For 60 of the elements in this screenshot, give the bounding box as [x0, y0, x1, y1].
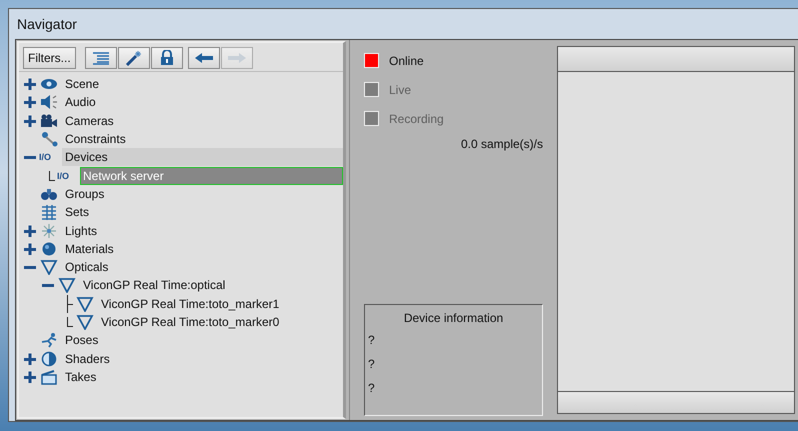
- status-label: Live: [389, 82, 412, 96]
- tree-item[interactable]: Poses: [62, 331, 102, 350]
- tree-item[interactable]: Network server: [80, 166, 343, 185]
- tree-item[interactable]: Shaders: [62, 350, 113, 368]
- wand-icon: [124, 50, 143, 66]
- list-icon: [92, 51, 110, 65]
- expand-icon[interactable]: [23, 78, 37, 90]
- tree-item[interactable]: Groups: [62, 184, 108, 203]
- light-icon: [39, 222, 59, 239]
- lock-icon: [160, 50, 174, 66]
- io-label: I/O: [39, 152, 52, 162]
- arrow-right-icon: [226, 52, 247, 64]
- expand-icon[interactable]: [23, 224, 37, 237]
- speaker-icon: [39, 94, 59, 110]
- sets-icon: [39, 204, 59, 220]
- tree-item[interactable]: Takes: [62, 368, 100, 386]
- tree-item[interactable]: Opticals: [62, 258, 112, 276]
- arrow-left-icon: [194, 52, 214, 64]
- constraint-icon: [39, 131, 59, 148]
- device-info-value: ?: [367, 381, 376, 397]
- status-label: Online: [389, 54, 424, 68]
- expand-icon[interactable]: [23, 96, 37, 108]
- window-title: Navigator: [16, 15, 78, 34]
- device-info-title: Device information: [402, 310, 504, 327]
- tree-item[interactable]: Audio: [62, 93, 99, 112]
- funnel-icon: [39, 259, 59, 276]
- funnel-icon: [57, 277, 77, 294]
- filters-button[interactable]: Filters...: [23, 47, 76, 69]
- tree-item[interactable]: Lights: [62, 222, 100, 240]
- list-button[interactable]: [84, 47, 117, 69]
- funnel-icon: [75, 296, 95, 312]
- device-info-value: ?: [367, 357, 376, 373]
- tree-connector: [67, 294, 73, 313]
- shader-icon: [39, 350, 59, 367]
- tree-item[interactable]: Constraints: [62, 130, 129, 148]
- io-label: I/O: [57, 170, 70, 181]
- sample-rate: 0.0 sample(s)/s: [460, 137, 543, 151]
- camera-icon: [39, 112, 59, 129]
- tree-item[interactable]: Cameras: [62, 112, 117, 130]
- tree-item[interactable]: Devices: [62, 148, 343, 166]
- tree-item[interactable]: Materials: [62, 240, 117, 258]
- expand-icon[interactable]: [23, 114, 37, 127]
- tree-connector: [67, 317, 73, 327]
- tree-item[interactable]: ViconGP Real Time:optical: [80, 276, 228, 294]
- funnel-icon: [75, 314, 95, 330]
- clapper-icon: [39, 368, 59, 385]
- lock-button[interactable]: [150, 47, 183, 69]
- runner-icon: [39, 332, 59, 348]
- status-label: Recording: [389, 112, 444, 126]
- tree-item[interactable]: ViconGP Real Time:toto_marker1: [98, 294, 282, 313]
- expand-icon[interactable]: [23, 242, 37, 255]
- tree-item[interactable]: ViconGP Real Time:toto_marker0: [98, 313, 282, 331]
- device-info-value: ?: [367, 333, 376, 349]
- tree-item[interactable]: Sets: [62, 203, 92, 222]
- wand-button[interactable]: [118, 47, 150, 69]
- expand-icon[interactable]: [23, 370, 37, 383]
- expand-icon[interactable]: [23, 352, 37, 365]
- tree-connector: [49, 170, 55, 181]
- back-button[interactable]: [188, 47, 220, 69]
- tree-item[interactable]: Scene: [62, 75, 102, 94]
